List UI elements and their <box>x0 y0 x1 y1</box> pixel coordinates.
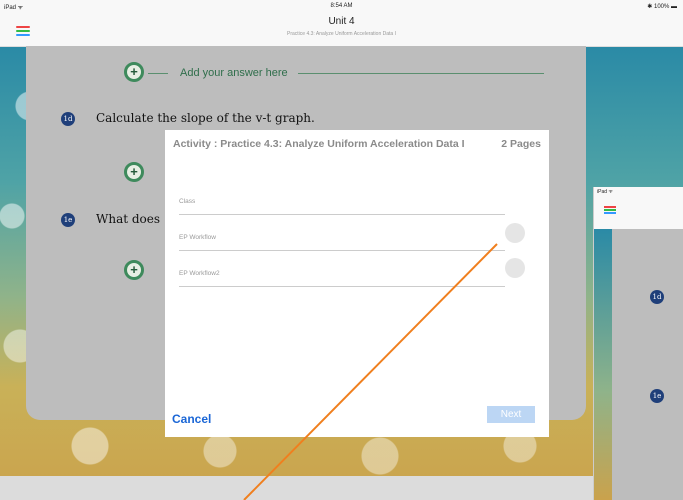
swipe-gesture-line <box>243 243 498 500</box>
